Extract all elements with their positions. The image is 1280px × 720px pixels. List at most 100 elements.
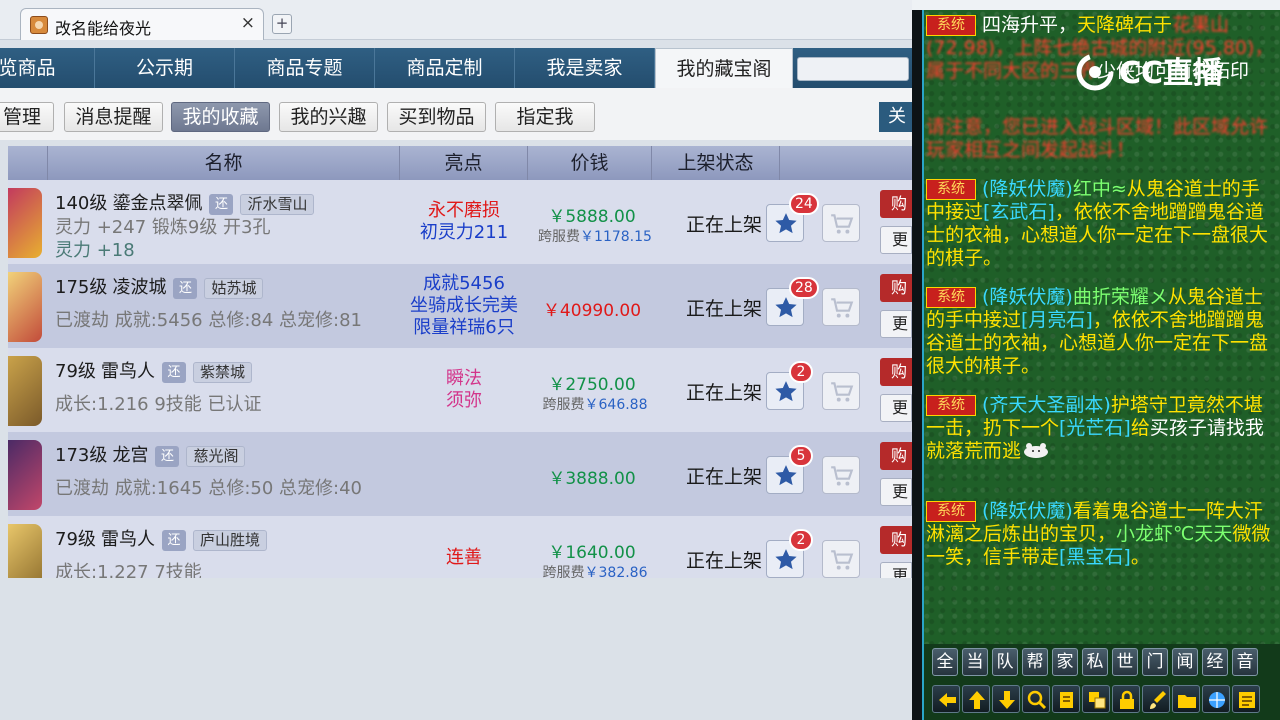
star-icon (775, 297, 797, 318)
nav-my-treasure[interactable]: 我的藏宝阁 (655, 48, 793, 88)
nav-browse-goods[interactable]: 览商品 (0, 48, 95, 88)
item-highlight: 永不磨损 (428, 200, 500, 221)
brush-tool-button[interactable] (1142, 685, 1170, 713)
arrow-left-icon (939, 693, 956, 707)
table-row[interactable]: 175级 凌波城还姑苏城 已渡劫 成就:5456 总修:84 总宠修:81 成就54… (8, 264, 912, 348)
tab-strip: 改名能给夜光 × + (0, 0, 912, 40)
channel-button[interactable]: 世 (1112, 648, 1138, 676)
table-row[interactable]: 140级 鎏金点翠佩还沂水雪山 灵力 +247 锻炼9级 开3孔 灵力 +18 永不磨… (8, 180, 912, 264)
subnav-assigned-to-me[interactable]: 指定我 (495, 102, 595, 132)
item-name-line: 175级 凌波城还姑苏城 (55, 273, 264, 299)
channel-button[interactable]: 门 (1142, 648, 1168, 676)
channel-button[interactable]: 闻 (1172, 648, 1198, 676)
item-avatar[interactable] (8, 440, 42, 510)
chat-text-segment[interactable]: [月亮石] (1021, 309, 1093, 331)
nav-public-period[interactable]: 公示期 (95, 48, 235, 88)
copy-tool-button[interactable] (1082, 685, 1110, 713)
chat-log[interactable]: 系统 四海升平，天降碑石于花果山(72,98)，上阵七绝古城的附近(95,80)，… (924, 10, 1280, 644)
channel-button[interactable]: 家 (1052, 648, 1078, 676)
subnav-my-interests[interactable]: 我的兴趣 (279, 102, 378, 132)
tab-close-icon[interactable]: × (241, 13, 255, 33)
table-row[interactable]: 79级 雷鸟人还紫禁城 成长:1.216 9技能 已认证 瞬法 须弥 ￥2750.00 跨… (8, 348, 912, 432)
nav-search-input[interactable] (797, 57, 909, 81)
lock-tool-button[interactable] (1112, 685, 1140, 713)
more-button[interactable]: 更 (880, 226, 912, 254)
listing-status: 正在上架 (685, 466, 762, 488)
arrow-down-tool-button[interactable] (992, 685, 1020, 713)
add-to-cart-button[interactable] (822, 372, 860, 410)
watermark-text: CC直播 (1119, 56, 1224, 91)
item-highlight: 限量祥瑞6只 (413, 317, 515, 338)
buy-button[interactable]: 购 (880, 442, 912, 470)
favorite-count-badge: 28 (789, 277, 819, 299)
listing-status: 正在上架 (685, 382, 762, 404)
chat-text-segment[interactable]: [光芒石] (1059, 417, 1131, 439)
cart-icon (831, 298, 854, 318)
subnav-message-alert[interactable]: 消息提醒 (64, 102, 163, 132)
nav-goods-topics[interactable]: 商品专题 (235, 48, 375, 88)
nav-i-am-seller[interactable]: 我是卖家 (515, 48, 655, 88)
search-tool-button[interactable] (1022, 685, 1050, 713)
item-highlight: 须弥 (446, 390, 482, 411)
chat-text-segment: (降妖伏魔) (982, 178, 1073, 200)
more-button[interactable]: 更 (880, 478, 912, 506)
item-name[interactable]: 雷鸟人 (101, 361, 155, 382)
channel-button[interactable]: 当 (962, 648, 988, 676)
subnav-bought-items[interactable]: 买到物品 (387, 102, 486, 132)
globe-icon (1209, 692, 1225, 708)
browser-tab[interactable]: 改名能给夜光 × (20, 8, 264, 40)
more-button[interactable]: 更 (880, 310, 912, 338)
chat-text-segment: 小龙虾℃天天 (1116, 523, 1233, 545)
star-icon (775, 213, 797, 234)
channel-button[interactable]: 全 (932, 648, 958, 676)
arrow-up-tool-button[interactable] (962, 685, 990, 713)
subnav-manage[interactable]: 管理 (0, 102, 54, 132)
item-name[interactable]: 鎏金点翠佩 (112, 193, 202, 214)
channel-button[interactable]: 音 (1232, 648, 1258, 676)
chat-text-segment: 红中≈ (1072, 178, 1127, 200)
nav-goods-custom[interactable]: 商品定制 (375, 48, 515, 88)
add-to-cart-button[interactable] (822, 288, 860, 326)
server-tag: 姑苏城 (204, 278, 264, 299)
chat-text-segment[interactable]: [玄武石] (983, 201, 1055, 223)
new-tab-button[interactable]: + (272, 14, 292, 34)
star-icon (775, 465, 797, 486)
item-avatar[interactable] (8, 272, 42, 342)
folder-tool-button[interactable] (1172, 685, 1200, 713)
channel-button[interactable]: 私 (1082, 648, 1108, 676)
item-attributes-extra: 灵力 +18 (55, 240, 135, 261)
buy-button[interactable]: 购 (880, 358, 912, 386)
item-name[interactable]: 龙宫 (112, 445, 148, 466)
item-name[interactable]: 凌波城 (112, 277, 166, 298)
chat-left-border (912, 10, 924, 720)
buy-button[interactable]: 购 (880, 526, 912, 554)
more-button[interactable]: 更 (880, 394, 912, 422)
list-tool-button[interactable] (1232, 685, 1260, 713)
channel-button[interactable]: 经 (1202, 648, 1228, 676)
table-row[interactable]: 173级 龙宫还慈光阁 已渡劫 成就:1645 总修:50 总宠修:40 ￥3888… (8, 432, 912, 516)
subnav-right-button[interactable]: 关 (879, 102, 912, 132)
arrow-left-tool-button[interactable] (932, 685, 960, 713)
chat-text-segment[interactable]: [黑宝石] (1059, 546, 1131, 568)
channel-button[interactable]: 帮 (1022, 648, 1048, 676)
buy-button[interactable]: 购 (880, 274, 912, 302)
subnav-my-favorites[interactable]: 我的收藏 (171, 102, 270, 132)
server-tag: 庐山胜境 (193, 530, 268, 551)
buy-button[interactable]: 购 (880, 190, 912, 218)
item-avatar[interactable] (8, 356, 42, 426)
screen: 改名能给夜光 × + 览商品 公示期 商品专题 商品定制 我是卖家 我的藏宝阁 … (0, 0, 1280, 720)
add-to-cart-button[interactable] (822, 456, 860, 494)
item-name[interactable]: 雷鸟人 (101, 529, 155, 550)
chat-message: 系统 (降妖伏魔)曲折荣耀メ从鬼谷道士的手中接过[月亮石]，依依不舍地蹭蹭鬼谷道士… (926, 286, 1278, 378)
item-avatar[interactable] (8, 188, 42, 258)
item-name-line: 79级 雷鸟人还紫禁城 (55, 357, 253, 383)
add-to-cart-button[interactable] (822, 540, 860, 578)
chat-toolbar (924, 682, 1280, 720)
item-highlight: 初灵力211 (419, 222, 509, 243)
note-tool-button[interactable] (1052, 685, 1080, 713)
add-to-cart-button[interactable] (822, 204, 860, 242)
channel-button[interactable]: 队 (992, 648, 1018, 676)
globe-tool-button[interactable] (1202, 685, 1230, 713)
shop-window: 改名能给夜光 × + 览商品 公示期 商品专题 商品定制 我是卖家 我的藏宝阁 … (0, 0, 912, 720)
item-highlight: 瞬法 (446, 368, 482, 389)
